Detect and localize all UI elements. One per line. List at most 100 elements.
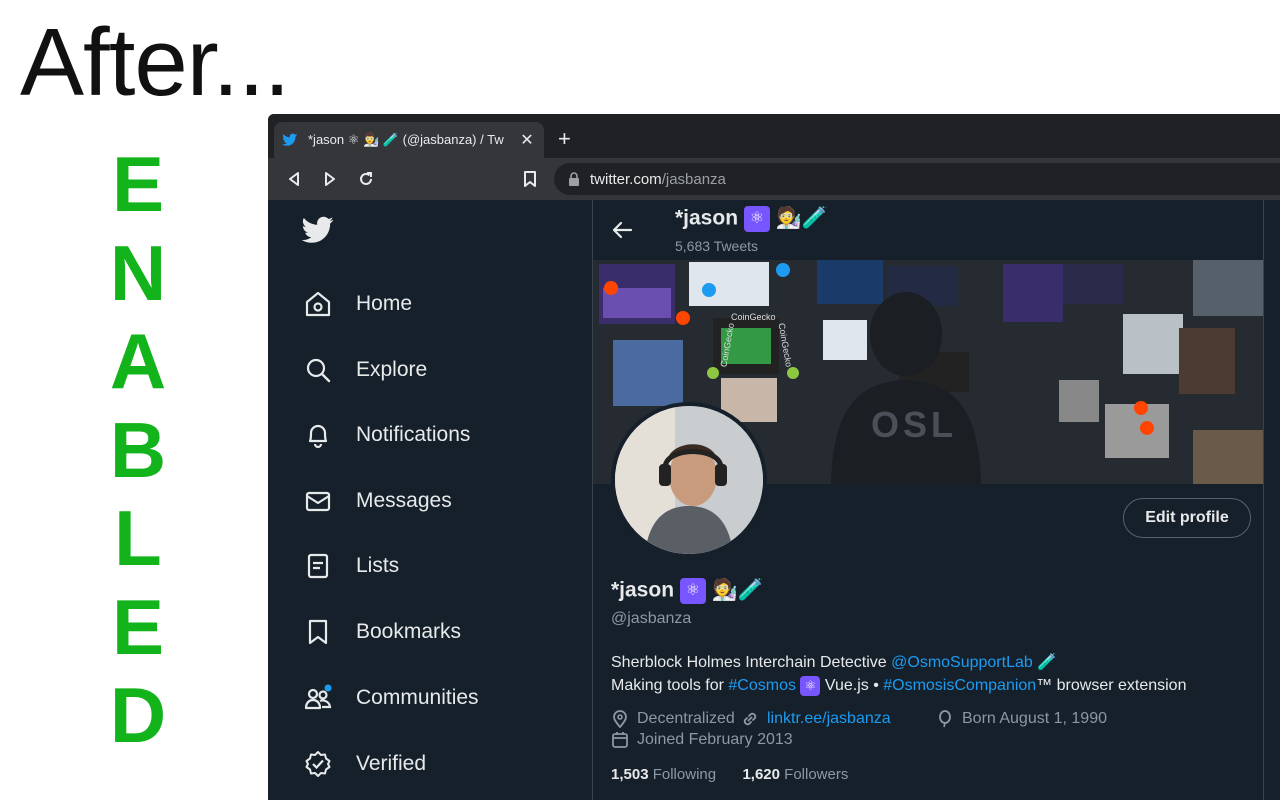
sidebar: Home Explore Notifications Messages List… <box>268 200 592 800</box>
profile-birthday: Born August 1, 1990 <box>936 710 1107 728</box>
profile-main: *jason ⚛ 🧑‍🔬🧪 5,683 Tweets <box>593 200 1263 800</box>
bio-text: 🧪 <box>1032 654 1058 671</box>
profile-joined: Joined February 2013 <box>611 731 793 749</box>
hashtag-link[interactable]: #Cosmos <box>728 677 796 694</box>
back-triangle-icon[interactable] <box>284 169 304 189</box>
browser-window: *jason ⚛ 👨‍🔬 🧪 (@jasbanza) / Tw ✕ + twit… <box>268 114 1280 800</box>
location-pin-icon <box>611 710 629 728</box>
avatar[interactable] <box>611 402 767 558</box>
followers-link[interactable]: 1,620 Followers <box>742 766 848 783</box>
bio-text: Vue.js • <box>820 677 884 694</box>
tab-bar: *jason ⚛ 👨‍🔬 🧪 (@jasbanza) / Tw ✕ + <box>268 114 1280 158</box>
bookmark-star-icon[interactable] <box>520 169 540 189</box>
profile-name-text: *jason <box>611 578 675 602</box>
sidebar-item-communities[interactable]: Communities <box>302 676 479 720</box>
header-name-text: *jason <box>675 206 739 230</box>
sidebar-item-notifications[interactable]: Notifications <box>302 413 470 457</box>
twitter-favicon-icon <box>282 132 298 148</box>
right-divider <box>1263 200 1264 800</box>
bell-icon <box>302 419 334 451</box>
sidebar-item-label: Bookmarks <box>356 620 462 643</box>
sidebar-item-messages[interactable]: Messages <box>302 479 452 523</box>
lock-icon <box>568 172 580 186</box>
following-count: 1,503 <box>611 766 649 783</box>
sidebar-item-label: Messages <box>356 489 452 512</box>
enabled-letter: N <box>109 228 167 317</box>
profile-emoji: 🧑‍🔬🧪 <box>711 578 765 602</box>
sidebar-item-verified[interactable]: Verified <box>302 742 426 786</box>
enabled-letter: D <box>109 671 167 759</box>
home-icon <box>302 288 334 320</box>
sidebar-item-label: Communities <box>356 686 479 709</box>
hashtag-link[interactable]: #OsmosisCompanion <box>883 677 1036 694</box>
back-arrow-icon[interactable] <box>611 220 633 240</box>
sidebar-item-home[interactable]: Home <box>302 282 412 326</box>
address-bar[interactable]: twitter.com/jasbanza <box>554 163 1280 195</box>
verified-icon <box>302 748 334 780</box>
sidebar-item-label: Lists <box>356 554 400 577</box>
enabled-letter: L <box>114 494 162 582</box>
bio-text: Making tools for <box>611 677 729 694</box>
twitter-logo-icon[interactable] <box>301 216 336 246</box>
url-host: twitter.com <box>590 170 662 188</box>
location-text: Decentralized <box>637 710 735 727</box>
new-tab-button[interactable]: + <box>558 126 571 152</box>
following-link[interactable]: 1,503 Following <box>611 766 716 783</box>
sidebar-item-label: Notifications <box>356 423 471 446</box>
browser-tab[interactable]: *jason ⚛ 👨‍🔬 🧪 (@jasbanza) / Tw ✕ <box>274 122 544 158</box>
sidebar-item-bookmarks[interactable]: Bookmarks <box>302 610 461 654</box>
twitter-page: Home Explore Notifications Messages List… <box>268 200 1280 800</box>
calendar-icon <box>611 731 629 749</box>
website-link[interactable]: linktr.ee/jasbanza <box>767 710 891 728</box>
list-icon <box>302 550 334 582</box>
enabled-vertical-label: E N A B L E D <box>98 140 178 760</box>
profile-header-bar: *jason ⚛ 🧑‍🔬🧪 5,683 Tweets <box>593 200 1263 260</box>
follow-stats: 1,503 Following 1,620 Followers <box>611 766 848 783</box>
followers-label: Followers <box>784 766 849 783</box>
profile-location: Decentralized <box>611 710 735 728</box>
bio-text: ™ browser extension <box>1036 677 1187 694</box>
page-heading: After... <box>20 9 290 116</box>
profile-display-name: *jason ⚛ 🧑‍🔬🧪 <box>611 578 764 604</box>
enabled-letter: E <box>111 140 165 228</box>
tab-title: *jason ⚛ 👨‍🔬 🧪 (@jasbanza) / Tw <box>308 132 504 147</box>
edit-profile-button[interactable]: Edit profile <box>1123 498 1251 538</box>
bookmark-icon <box>302 616 334 648</box>
atom-emoji-icon: ⚛ <box>679 578 706 604</box>
mention-link[interactable]: @OsmoSupportLab <box>891 654 1033 671</box>
header-emoji: 🧑‍🔬🧪 <box>775 206 829 230</box>
birthday-text: Born August 1, 1990 <box>962 710 1107 727</box>
url-path: /jasbanza <box>661 170 726 188</box>
enabled-letter: A <box>109 317 167 405</box>
bio-line-1: Sherblock Holmes Interchain Detective @O… <box>611 651 1261 674</box>
enabled-letter: B <box>109 405 167 494</box>
enabled-letter: E <box>111 582 165 671</box>
profile-handle: @jasbanza <box>611 610 692 627</box>
sidebar-item-label: Explore <box>356 358 428 381</box>
bio-text: Sherblock Holmes Interchain Detective <box>611 654 892 671</box>
profile-website[interactable]: linktr.ee/jasbanza <box>741 710 891 728</box>
sidebar-item-label: Home <box>356 292 413 315</box>
sidebar-item-lists[interactable]: Lists <box>302 544 399 588</box>
reload-icon[interactable] <box>356 169 376 189</box>
balloon-icon <box>936 710 954 728</box>
search-icon <box>302 354 334 386</box>
link-icon <box>741 710 759 728</box>
sidebar-item-label: Verified <box>356 752 427 775</box>
sidebar-item-explore[interactable]: Explore <box>302 348 427 392</box>
bio-line-2: Making tools for #Cosmos ⚛ Vue.js • #Osm… <box>611 674 1261 697</box>
followers-count: 1,620 <box>742 766 780 783</box>
joined-text: Joined February 2013 <box>637 731 793 748</box>
tab-close-icon[interactable]: ✕ <box>518 130 536 150</box>
atom-emoji-icon: ⚛ <box>743 206 770 232</box>
forward-triangle-icon[interactable] <box>320 169 340 189</box>
banner-coingecko-text: CoinGecko <box>731 312 776 322</box>
profile-bio: Sherblock Holmes Interchain Detective @O… <box>611 651 1261 697</box>
banner-osl-text: OSL <box>871 404 958 445</box>
atom-emoji-icon: ⚛ <box>800 675 821 696</box>
mail-icon <box>302 485 334 517</box>
following-label: Following <box>652 766 717 783</box>
header-display-name: *jason ⚛ 🧑‍🔬🧪 <box>675 206 828 232</box>
communities-icon <box>302 682 334 714</box>
tweet-count: 5,683 Tweets <box>675 238 759 254</box>
